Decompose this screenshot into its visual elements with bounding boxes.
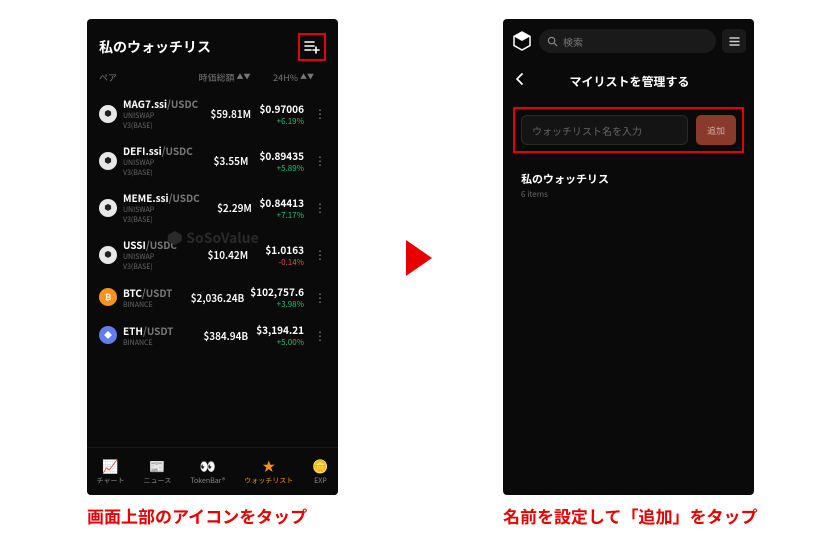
nav-icon: 📰 xyxy=(149,458,165,474)
manage-title: マイリストを管理する xyxy=(517,73,742,90)
table-row[interactable]: ⬢ MEME.ssi/USDCUNISWAPV3(BASE) $2.29M $0.84… xyxy=(87,184,338,231)
nav-icon: 📈 xyxy=(103,458,119,474)
coin-icon: ◆ xyxy=(99,326,117,344)
caption-right: 名前を設定して「追加」をタップ xyxy=(503,504,758,529)
page-title: 私のウォッチリス xyxy=(99,37,211,57)
price-cell: $3,194.21+5.00% xyxy=(254,322,304,348)
caption-left: 画面上部のアイコンをタップ xyxy=(87,504,307,529)
list-item-count: 6 items xyxy=(521,189,736,200)
add-list-icon[interactable] xyxy=(298,33,326,61)
list-item[interactable]: 私のウォッチリス 6 items xyxy=(503,161,754,210)
sub-header: マイリストを管理する xyxy=(503,63,754,99)
price-cell: $0.89435+5.89% xyxy=(254,148,304,174)
nav-icon: 👀 xyxy=(200,458,216,474)
price-cell: $1.0163-0.14% xyxy=(254,242,304,268)
search-input[interactable]: 検索 xyxy=(539,29,716,53)
mcap-cell: $384.94B xyxy=(198,328,248,343)
table-row[interactable]: ◆ ETH/USDTBINANCE $384.94B $3,194.21+5.00% ⋮ xyxy=(87,316,338,354)
price-cell: $0.97006+6.19% xyxy=(257,101,304,127)
nav-item[interactable]: 🪙EXP xyxy=(312,458,328,486)
table-row[interactable]: ⬢ USSI/USDCUNISWAPV3(BASE) $10.42M $1.0163-… xyxy=(87,231,338,278)
top-bar: 検索 xyxy=(503,19,754,63)
list-item-name: 私のウォッチリス xyxy=(521,171,736,187)
watchlist-rows: ⬢ MAG7.ssi/USDCUNISWAPV3(BASE) $59.81M $0.9… xyxy=(87,90,338,354)
coin-icon: ⬢ xyxy=(99,105,117,123)
nav-item[interactable]: 📰ニュース xyxy=(144,458,172,486)
mcap-cell: $2.29M xyxy=(206,200,252,215)
sort-icon: ▲▼ xyxy=(300,75,314,79)
coin-icon: ⬢ xyxy=(99,246,117,264)
more-icon[interactable]: ⋮ xyxy=(310,246,326,263)
more-icon[interactable]: ⋮ xyxy=(310,289,326,306)
coin-icon: ⬢ xyxy=(99,152,117,170)
pair-cell: USSI/USDCUNISWAPV3(BASE) xyxy=(123,237,192,272)
pair-cell: MAG7.ssi/USDCUNISWAPV3(BASE) xyxy=(123,96,198,131)
more-icon[interactable]: ⋮ xyxy=(310,152,326,169)
manage-list-screen: 検索 マイリストを管理する ウォッチリスト名を入力 追加 私のウォッチリス 6 … xyxy=(503,19,754,495)
col-pair[interactable]: ペア xyxy=(99,71,187,84)
pair-cell: DEFI.ssi/USDCUNISWAPV3(BASE) xyxy=(123,143,193,178)
pair-cell: MEME.ssi/USDCUNISWAPV3(BASE) xyxy=(123,190,200,225)
mcap-cell: $59.81M xyxy=(204,106,251,121)
mcap-cell: $3.55M xyxy=(199,153,249,168)
coin-icon: ⬢ xyxy=(99,199,117,217)
more-icon[interactable]: ⋮ xyxy=(310,327,326,344)
add-list-row: ウォッチリスト名を入力 追加 xyxy=(513,107,744,153)
nav-icon: ★ xyxy=(261,458,277,474)
mcap-cell: $10.42M xyxy=(198,247,248,262)
watchlist-screen: 私のウォッチリス ペア 時価総額▲▼ 24H%▲▼ ⬢ MAG7.ssi/USDC… xyxy=(87,19,338,495)
nav-item[interactable]: 📈チャート xyxy=(97,458,125,486)
bottom-nav: 📈チャート 📰ニュース 👀TokenBar® ★ウォッチリスト 🪙EXP xyxy=(87,447,338,495)
coin-icon: ₿ xyxy=(99,288,117,306)
price-cell: $0.84413+7.17% xyxy=(258,195,304,221)
nav-icon: 🪙 xyxy=(312,458,328,474)
search-icon xyxy=(547,36,558,47)
nav-item[interactable]: 👀TokenBar® xyxy=(190,458,225,486)
mcap-cell: $2,036.24B xyxy=(191,290,245,305)
pair-cell: ETH/USDTBINANCE xyxy=(123,323,192,348)
pair-cell: BTC/USDTBINANCE xyxy=(123,285,185,310)
column-headers: ペア 時価総額▲▼ 24H%▲▼ xyxy=(87,71,338,90)
more-icon[interactable]: ⋮ xyxy=(310,199,326,216)
menu-button[interactable] xyxy=(722,29,746,53)
arrow-icon xyxy=(406,240,432,276)
add-button[interactable]: 追加 xyxy=(696,115,736,145)
price-cell: $102,757.6+3.98% xyxy=(250,284,304,310)
col-mcap[interactable]: 時価総額▲▼ xyxy=(187,71,250,84)
nav-item[interactable]: ★ウォッチリスト xyxy=(244,458,293,486)
app-logo-icon[interactable] xyxy=(511,30,533,52)
table-row[interactable]: ⬢ MAG7.ssi/USDCUNISWAPV3(BASE) $59.81M $0.9… xyxy=(87,90,338,137)
list-name-input[interactable]: ウォッチリスト名を入力 xyxy=(521,115,688,145)
table-row[interactable]: ⬢ DEFI.ssi/USDCUNISWAPV3(BASE) $3.55M $0.89… xyxy=(87,137,338,184)
screen-header: 私のウォッチリス xyxy=(87,19,338,71)
more-icon[interactable]: ⋮ xyxy=(310,105,326,122)
sort-icon: ▲▼ xyxy=(237,75,251,79)
col-chg[interactable]: 24H%▲▼ xyxy=(251,71,314,84)
table-row[interactable]: ₿ BTC/USDTBINANCE $2,036.24B $102,757.6+3.9… xyxy=(87,278,338,316)
